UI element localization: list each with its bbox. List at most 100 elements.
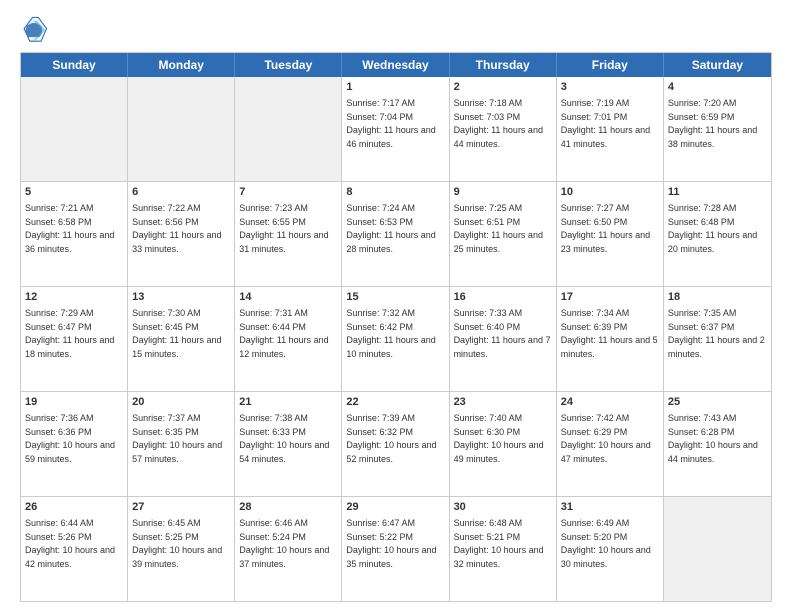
day-info: Sunrise: 7:39 AM Sunset: 6:32 PM Dayligh…: [346, 413, 436, 464]
day-number: 4: [668, 80, 767, 95]
calendar-cell-19: 19Sunrise: 7:36 AM Sunset: 6:36 PM Dayli…: [21, 392, 128, 496]
logo-icon: [20, 16, 48, 44]
calendar-cell-15: 15 Sunrise: 7:32 AM Sunset: 6:42 PM Dayli…: [342, 287, 449, 391]
calendar-cell-27: 27 Sunrise: 6:45 AM Sunset: 5:25 PM Dayli…: [128, 497, 235, 601]
calendar-cell-23: 23 Sunrise: 7:40 AM Sunset: 6:30 PM Dayli…: [450, 392, 557, 496]
calendar-cell-17: 17 Sunrise: 7:34 AM Sunset: 6:39 PM Dayli…: [557, 287, 664, 391]
day-number: 23: [454, 395, 552, 410]
calendar-row-4: 26Sunrise: 6:44 AM Sunset: 5:26 PM Dayli…: [21, 496, 771, 601]
weekday-header-saturday: Saturday: [664, 53, 771, 77]
calendar-cell-empty-0-0: [21, 77, 128, 181]
calendar-cell-20: 20Sunrise: 7:37 AM Sunset: 6:35 PM Dayli…: [128, 392, 235, 496]
day-info: Sunrise: 7:42 AM Sunset: 6:29 PM Dayligh…: [561, 413, 651, 464]
day-number: 15: [346, 290, 444, 305]
day-number: 30: [454, 500, 552, 515]
day-info: Sunrise: 7:38 AM Sunset: 6:33 PM Dayligh…: [239, 413, 329, 464]
calendar-cell-28: 28 Sunrise: 6:46 AM Sunset: 5:24 PM Dayli…: [235, 497, 342, 601]
calendar-cell-26: 26Sunrise: 6:44 AM Sunset: 5:26 PM Dayli…: [21, 497, 128, 601]
day-number: 28: [239, 500, 337, 515]
day-info: Sunrise: 7:31 AM Sunset: 6:44 PM Dayligh…: [239, 308, 328, 359]
day-number: 16: [454, 290, 552, 305]
calendar-cell-14: 14 Sunrise: 7:31 AM Sunset: 6:44 PM Dayli…: [235, 287, 342, 391]
day-number: 17: [561, 290, 659, 305]
day-info: Sunrise: 7:40 AM Sunset: 6:30 PM Dayligh…: [454, 413, 544, 464]
day-info: Sunrise: 6:44 AM Sunset: 5:26 PM Dayligh…: [25, 518, 115, 569]
day-info: Sunrise: 7:27 AM Sunset: 6:50 PM Dayligh…: [561, 203, 650, 254]
calendar-header: SundayMondayTuesdayWednesdayThursdayFrid…: [21, 53, 771, 77]
calendar-cell-25: 25 Sunrise: 7:43 AM Sunset: 6:28 PM Dayli…: [664, 392, 771, 496]
calendar-cell-6: 6Sunrise: 7:22 AM Sunset: 6:56 PM Daylig…: [128, 182, 235, 286]
day-info: Sunrise: 7:18 AM Sunset: 7:03 PM Dayligh…: [454, 98, 543, 149]
calendar-cell-29: 29Sunrise: 6:47 AM Sunset: 5:22 PM Dayli…: [342, 497, 449, 601]
calendar-row-3: 19Sunrise: 7:36 AM Sunset: 6:36 PM Dayli…: [21, 391, 771, 496]
calendar-cell-21: 21 Sunrise: 7:38 AM Sunset: 6:33 PM Dayli…: [235, 392, 342, 496]
calendar-cell-empty-0-2: [235, 77, 342, 181]
day-number: 10: [561, 185, 659, 200]
calendar-cell-5: 5Sunrise: 7:21 AM Sunset: 6:58 PM Daylig…: [21, 182, 128, 286]
day-info: Sunrise: 6:48 AM Sunset: 5:21 PM Dayligh…: [454, 518, 544, 569]
day-number: 22: [346, 395, 444, 410]
day-info: Sunrise: 7:24 AM Sunset: 6:53 PM Dayligh…: [346, 203, 435, 254]
weekday-header-friday: Friday: [557, 53, 664, 77]
day-number: 27: [132, 500, 230, 515]
calendar-row-0: 1 Sunrise: 7:17 AM Sunset: 7:04 PM Daylig…: [21, 77, 771, 181]
calendar-cell-2: 2 Sunrise: 7:18 AM Sunset: 7:03 PM Daylig…: [450, 77, 557, 181]
day-number: 25: [668, 395, 767, 410]
day-info: Sunrise: 7:28 AM Sunset: 6:48 PM Dayligh…: [668, 203, 757, 254]
day-number: 2: [454, 80, 552, 95]
calendar-cell-empty-4-6: [664, 497, 771, 601]
day-number: 21: [239, 395, 337, 410]
calendar-cell-7: 7 Sunrise: 7:23 AM Sunset: 6:55 PM Daylig…: [235, 182, 342, 286]
weekday-header-tuesday: Tuesday: [235, 53, 342, 77]
day-info: Sunrise: 7:21 AM Sunset: 6:58 PM Dayligh…: [25, 203, 114, 254]
day-info: Sunrise: 7:25 AM Sunset: 6:51 PM Dayligh…: [454, 203, 543, 254]
day-info: Sunrise: 7:20 AM Sunset: 6:59 PM Dayligh…: [668, 98, 757, 149]
day-info: Sunrise: 7:35 AM Sunset: 6:37 PM Dayligh…: [668, 308, 765, 359]
calendar-cell-9: 9 Sunrise: 7:25 AM Sunset: 6:51 PM Daylig…: [450, 182, 557, 286]
calendar-cell-4: 4 Sunrise: 7:20 AM Sunset: 6:59 PM Daylig…: [664, 77, 771, 181]
day-number: 24: [561, 395, 659, 410]
day-number: 11: [668, 185, 767, 200]
day-info: Sunrise: 7:43 AM Sunset: 6:28 PM Dayligh…: [668, 413, 758, 464]
calendar-cell-18: 18 Sunrise: 7:35 AM Sunset: 6:37 PM Dayli…: [664, 287, 771, 391]
day-number: 3: [561, 80, 659, 95]
day-info: Sunrise: 7:19 AM Sunset: 7:01 PM Dayligh…: [561, 98, 650, 149]
day-number: 1: [346, 80, 444, 95]
day-number: 13: [132, 290, 230, 305]
day-info: Sunrise: 7:22 AM Sunset: 6:56 PM Dayligh…: [132, 203, 221, 254]
page: SundayMondayTuesdayWednesdayThursdayFrid…: [0, 0, 792, 612]
day-info: Sunrise: 7:29 AM Sunset: 6:47 PM Dayligh…: [25, 308, 114, 359]
day-number: 19: [25, 395, 123, 410]
calendar-cell-31: 31Sunrise: 6:49 AM Sunset: 5:20 PM Dayli…: [557, 497, 664, 601]
day-info: Sunrise: 7:37 AM Sunset: 6:35 PM Dayligh…: [132, 413, 222, 464]
calendar-cell-3: 3 Sunrise: 7:19 AM Sunset: 7:01 PM Daylig…: [557, 77, 664, 181]
weekday-header-wednesday: Wednesday: [342, 53, 449, 77]
day-info: Sunrise: 7:32 AM Sunset: 6:42 PM Dayligh…: [346, 308, 435, 359]
calendar-cell-11: 11 Sunrise: 7:28 AM Sunset: 6:48 PM Dayli…: [664, 182, 771, 286]
day-info: Sunrise: 7:17 AM Sunset: 7:04 PM Dayligh…: [346, 98, 435, 149]
calendar-row-1: 5Sunrise: 7:21 AM Sunset: 6:58 PM Daylig…: [21, 181, 771, 286]
day-number: 7: [239, 185, 337, 200]
day-number: 14: [239, 290, 337, 305]
day-info: Sunrise: 7:30 AM Sunset: 6:45 PM Dayligh…: [132, 308, 221, 359]
calendar-row-2: 12Sunrise: 7:29 AM Sunset: 6:47 PM Dayli…: [21, 286, 771, 391]
calendar-cell-10: 10 Sunrise: 7:27 AM Sunset: 6:50 PM Dayli…: [557, 182, 664, 286]
day-info: Sunrise: 7:34 AM Sunset: 6:39 PM Dayligh…: [561, 308, 658, 359]
calendar-cell-1: 1 Sunrise: 7:17 AM Sunset: 7:04 PM Daylig…: [342, 77, 449, 181]
weekday-header-thursday: Thursday: [450, 53, 557, 77]
calendar-cell-8: 8 Sunrise: 7:24 AM Sunset: 6:53 PM Daylig…: [342, 182, 449, 286]
calendar-cell-30: 30 Sunrise: 6:48 AM Sunset: 5:21 PM Dayli…: [450, 497, 557, 601]
day-number: 9: [454, 185, 552, 200]
day-info: Sunrise: 6:47 AM Sunset: 5:22 PM Dayligh…: [346, 518, 436, 569]
day-info: Sunrise: 6:49 AM Sunset: 5:20 PM Dayligh…: [561, 518, 651, 569]
day-info: Sunrise: 6:45 AM Sunset: 5:25 PM Dayligh…: [132, 518, 222, 569]
day-info: Sunrise: 6:46 AM Sunset: 5:24 PM Dayligh…: [239, 518, 329, 569]
day-number: 8: [346, 185, 444, 200]
calendar-cell-13: 13 Sunrise: 7:30 AM Sunset: 6:45 PM Dayli…: [128, 287, 235, 391]
day-info: Sunrise: 7:33 AM Sunset: 6:40 PM Dayligh…: [454, 308, 551, 359]
calendar-cell-24: 24 Sunrise: 7:42 AM Sunset: 6:29 PM Dayli…: [557, 392, 664, 496]
calendar-cell-16: 16 Sunrise: 7:33 AM Sunset: 6:40 PM Dayli…: [450, 287, 557, 391]
calendar-body: 1 Sunrise: 7:17 AM Sunset: 7:04 PM Daylig…: [21, 77, 771, 601]
day-number: 18: [668, 290, 767, 305]
day-info: Sunrise: 7:23 AM Sunset: 6:55 PM Dayligh…: [239, 203, 328, 254]
